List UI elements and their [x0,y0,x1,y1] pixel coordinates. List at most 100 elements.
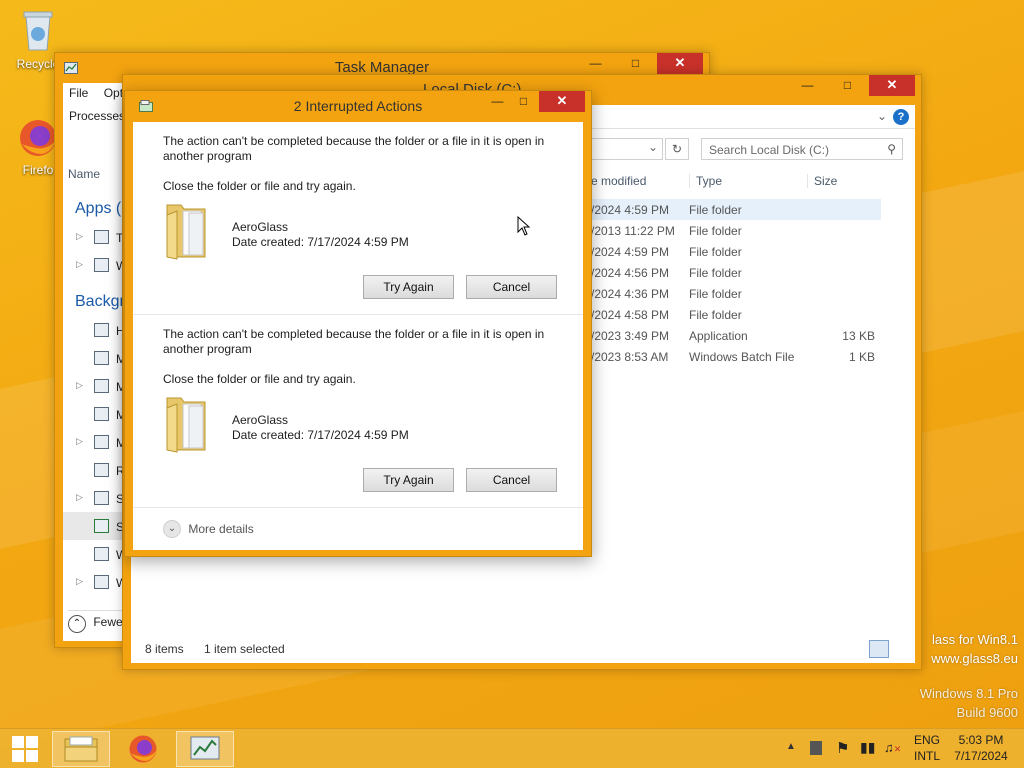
chevron-right-icon[interactable]: ▷ [76,231,83,242]
column-type[interactable]: Type [689,174,722,188]
firefox-icon [20,120,56,156]
fewer-details-label: Fewe [93,615,123,629]
status-selection: 1 item selected [204,642,285,656]
input-language[interactable]: ENG INTL [910,733,944,763]
taskbar-firefox-button[interactable] [114,731,172,767]
chevron-right-icon[interactable]: ▷ [76,380,83,391]
aeroglass-watermark: lass for Win8.1 www.glass8.eu [931,632,1018,666]
folder-icon [166,397,206,453]
table-row[interactable]: /2024 4:56 PM File folder [591,262,881,283]
column-headers: e modified Type Size [591,171,891,193]
start-button[interactable] [0,731,50,767]
clock-date: 7/17/2024 [954,749,1008,763]
app-icon [94,407,109,421]
task-manager-icon [190,736,220,760]
table-row[interactable]: /2023 3:49 PM Application 13 KB [591,325,881,346]
flag-icon[interactable]: ⚑ [836,739,849,757]
folder-icon [166,204,206,260]
cancel-button[interactable]: Cancel [466,275,557,299]
row-date: /2024 4:56 PM [591,266,670,280]
windows-logo-icon [12,736,38,762]
chevron-right-icon[interactable]: ▷ [76,259,83,270]
close-button[interactable]: ✕ [657,53,703,74]
show-hidden-icons-button[interactable]: ▲ [786,741,796,752]
maximize-button[interactable]: □ [834,75,861,96]
clock-time: 5:03 PM [958,733,1004,747]
address-bar[interactable]: ⌄ [591,138,663,160]
chevron-right-icon[interactable]: ▷ [76,436,83,447]
item-date: Date created: 7/17/2024 4:59 PM [232,428,409,442]
row-type: File folder [689,266,742,280]
search-input[interactable]: Search Local Disk (C:) ⚲ [701,138,903,160]
chevron-up-icon: ⌃ [68,615,86,633]
minimize-button[interactable]: — [484,91,511,112]
action-instruction: Close the folder or file and try again. [163,372,356,386]
language-code: ENG [913,733,940,747]
row-date: /2024 4:36 PM [591,287,670,301]
maximize-button[interactable]: □ [622,53,649,74]
try-again-button[interactable]: Try Again [363,275,454,299]
action-center-icon[interactable] [810,741,822,755]
status-item-count: 8 items [145,642,184,656]
help-icon[interactable]: ? [893,109,909,125]
row-date: /2023 8:53 AM [591,350,669,364]
row-type: Windows Batch File [689,350,795,364]
table-row[interactable]: /2024 4:59 PM File folder [591,199,881,220]
refresh-button[interactable]: ↻ [665,138,689,160]
taskbar-explorer-button[interactable] [52,731,110,767]
app-icon [94,463,109,477]
column-size[interactable]: Size [807,174,837,188]
dialog-titlebar[interactable]: 2 Interrupted Actions — □ ✕ [125,91,591,121]
column-date-modified[interactable]: e modified [591,174,646,188]
firefox-icon [129,735,157,763]
minimize-button[interactable]: — [582,53,609,74]
row-date: /2024 4:58 PM [591,308,670,322]
printer-icon [94,491,109,505]
item-date: Date created: 7/17/2024 4:59 PM [232,235,409,249]
chevron-down-icon[interactable]: ⌄ [648,140,658,154]
cancel-button[interactable]: Cancel [466,468,557,492]
app-icon [94,435,109,449]
close-button[interactable]: ✕ [539,91,585,112]
chevron-right-icon[interactable]: ▷ [76,576,83,587]
taskbar: ▲ ⚑ ▮▮ ♫✕ ENG INTL 5:03 PM 7/17/2024 [0,728,1024,768]
clock[interactable]: 5:03 PM 7/17/2024 [948,733,1014,763]
volume-muted-icon[interactable]: ♫✕ [884,740,901,755]
search-icon: ⚲ [887,142,896,156]
details-view-icon[interactable] [869,640,889,658]
divider [133,314,583,315]
table-row[interactable]: /2013 11:22 PM File folder [591,220,881,241]
row-size: 13 KB [842,329,875,343]
large-icons-view-icon[interactable] [891,640,911,658]
keyboard-layout: INTL [913,749,940,763]
more-details-toggle[interactable]: ⌄ More details [163,520,254,538]
row-date: /2023 3:49 PM [591,329,670,343]
mouse-cursor-icon [517,216,531,236]
item-name: AeroGlass [232,413,289,427]
chevron-down-icon[interactable]: ⌄ [877,109,887,123]
action-message: The action can't be completed because th… [163,327,545,356]
table-row[interactable]: /2024 4:58 PM File folder [591,304,881,325]
row-type: File folder [689,203,742,217]
chevron-right-icon[interactable]: ▷ [76,492,83,503]
table-row[interactable]: /2024 4:59 PM File folder [591,241,881,262]
close-button[interactable]: ✕ [869,75,915,96]
network-icon[interactable]: ▮▮ [860,739,875,756]
table-row[interactable]: /2023 8:53 AM Windows Batch File 1 KB [591,346,881,367]
table-row[interactable]: /2024 4:36 PM File folder [591,283,881,304]
maximize-button[interactable]: □ [510,91,537,112]
minimize-button[interactable]: — [794,75,821,96]
file-explorer-icon [64,736,98,762]
dialog-client: The action can't be completed because th… [133,122,583,550]
app-icon [94,351,109,365]
taskbar-task-manager-button[interactable] [176,731,234,767]
file-list: /2024 4:59 PM File folder /2013 11:22 PM F… [591,199,881,399]
try-again-button[interactable]: Try Again [363,468,454,492]
action-message: The action can't be completed because th… [163,134,545,163]
app-icon [94,258,109,272]
app-icon [94,519,109,533]
app-icon [94,379,109,393]
app-icon [94,547,109,561]
row-type: File folder [689,287,742,301]
watermark-line-2: www.glass8.eu [931,651,1018,666]
